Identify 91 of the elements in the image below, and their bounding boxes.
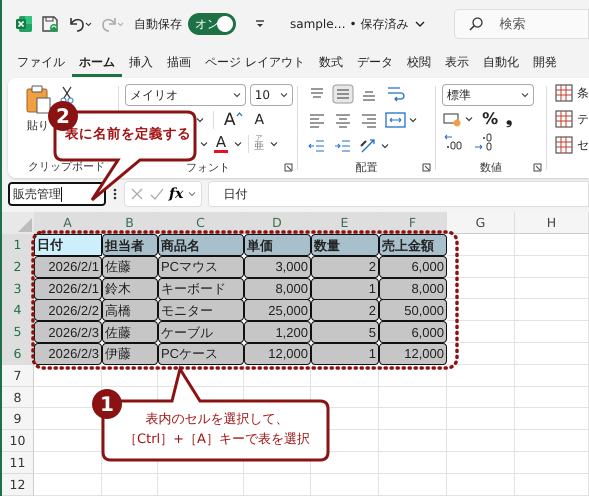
table-cell: キーボード (158, 278, 244, 300)
column-header[interactable]: F (379, 212, 447, 234)
group-label: 数値 (480, 160, 502, 174)
table-cell: 売上金額 (379, 234, 447, 256)
ribbon-tab[interactable]: 数式 (312, 50, 350, 76)
group-label: クリップボード (27, 159, 106, 175)
percent-button[interactable]: % (480, 109, 500, 129)
callout-text: ［Ctrl］+［A］キーで表を選択 (124, 431, 310, 449)
table-cell: ケーブル (158, 321, 244, 344)
table-cell: 佐藤 (102, 321, 158, 344)
table-cell: 単価 (244, 234, 311, 256)
group-label: 配置 (356, 160, 378, 174)
column-header[interactable]: E (311, 212, 379, 234)
column-header[interactable]: H (515, 212, 589, 234)
ribbon-tab[interactable]: 表示 (438, 50, 476, 76)
formula-input[interactable]: 日付 (208, 181, 589, 207)
table-cell: 25,000 (244, 299, 311, 322)
style-button-label[interactable]: セ (577, 136, 589, 154)
group-label: フォント (186, 160, 230, 174)
table-cell: 50,000 (379, 299, 447, 322)
table-cell: 鈴木 (102, 278, 158, 300)
row-header[interactable]: 9 (2, 408, 34, 430)
table-cell: 2026/2/1 (34, 256, 102, 278)
paste-label[interactable]: 貼り (27, 118, 49, 133)
ribbon-tab[interactable]: 挿入 (122, 50, 160, 76)
row-header[interactable]: 7 (2, 364, 34, 387)
insert-function-button[interactable]: fx (169, 186, 184, 202)
table-cell: 5 (311, 321, 379, 344)
row-header[interactable]: 6 (2, 342, 34, 365)
table-cell: 3,000 (244, 256, 311, 278)
row-header[interactable]: 12 (2, 474, 34, 496)
ribbon-tab[interactable]: ページ レイアウト (198, 50, 312, 76)
table-cell: 1 (311, 278, 379, 300)
table-cell: 8,000 (379, 278, 447, 300)
ribbon-tab[interactable]: 校閲 (400, 50, 438, 76)
row-header[interactable]: 2 (2, 256, 34, 278)
autosave-toggle[interactable]: オン (188, 13, 236, 35)
row-header[interactable]: 10 (2, 430, 34, 452)
column-header[interactable]: B (102, 212, 158, 234)
row-header[interactable]: 3 (2, 278, 34, 300)
table-cell: 12,000 (379, 342, 447, 365)
column-header[interactable]: D (244, 212, 311, 234)
style-button-label[interactable]: 条 (577, 84, 589, 102)
column-header[interactable]: G (447, 212, 515, 234)
ribbon-tab[interactable]: データ (350, 50, 400, 76)
row-header[interactable]: 8 (2, 386, 34, 408)
table-cell: 2026/2/2 (34, 299, 102, 322)
ribbon-tab[interactable]: ファイル (10, 50, 72, 76)
style-button-label[interactable]: テ (577, 110, 589, 128)
table-cell: 高橋 (102, 299, 158, 322)
comma-style-button[interactable]: ❟ (504, 109, 514, 129)
table-cell: 12,000 (244, 342, 311, 365)
table-cell: 6,000 (379, 321, 447, 344)
decrease-font-size-button[interactable]: A (252, 110, 266, 130)
table-cell: 日付 (34, 234, 102, 256)
column-header[interactable]: A (34, 212, 102, 234)
table-cell: 6,000 (379, 256, 447, 278)
callout-text: 表内のセルを選択して、 (146, 411, 288, 429)
number-format-select[interactable]: 標準 (442, 84, 534, 106)
font-name-select[interactable]: メイリオ (124, 84, 246, 106)
increase-font-size-button[interactable]: A (222, 110, 244, 130)
table-cell: PCマウス (158, 256, 244, 278)
row-header[interactable]: 1 (2, 234, 34, 256)
font-color-button[interactable]: A (214, 134, 228, 153)
table-cell: 1 (311, 342, 379, 365)
document-title[interactable]: sample… • 保存済み (290, 16, 408, 32)
table-cell: PCケース (158, 342, 244, 365)
ribbon-tab[interactable]: 描画 (160, 50, 198, 76)
table-cell: 担当者 (102, 234, 158, 256)
ribbon-tab[interactable]: 開発 (526, 50, 564, 76)
name-box[interactable]: 販売管理 (8, 182, 106, 206)
table-cell: 2 (311, 299, 379, 322)
table-cell: 佐藤 (102, 256, 158, 278)
row-header[interactable]: 4 (2, 299, 34, 322)
table-cell: 数量 (311, 234, 379, 256)
table-cell: 2026/2/1 (34, 278, 102, 300)
row-header[interactable]: 5 (2, 321, 34, 343)
autosave-label: 自動保存 (134, 16, 182, 32)
search-field[interactable]: 検索 (454, 9, 589, 39)
column-header[interactable]: C (158, 212, 244, 234)
table-cell: 2026/2/3 (34, 342, 102, 365)
font-size-select[interactable]: 10 (250, 84, 293, 106)
table-cell: 伊藤 (102, 342, 158, 365)
table-cell: 商品名 (158, 234, 244, 256)
table-cell: モニター (158, 299, 244, 322)
ribbon-tab[interactable]: 自動化 (476, 50, 526, 76)
table-cell: 2 (311, 256, 379, 278)
table-cell: 2026/2/3 (34, 321, 102, 344)
table-cell: 8,000 (244, 278, 311, 300)
row-header[interactable]: 11 (2, 452, 34, 474)
table-cell: 1,200 (244, 321, 311, 344)
